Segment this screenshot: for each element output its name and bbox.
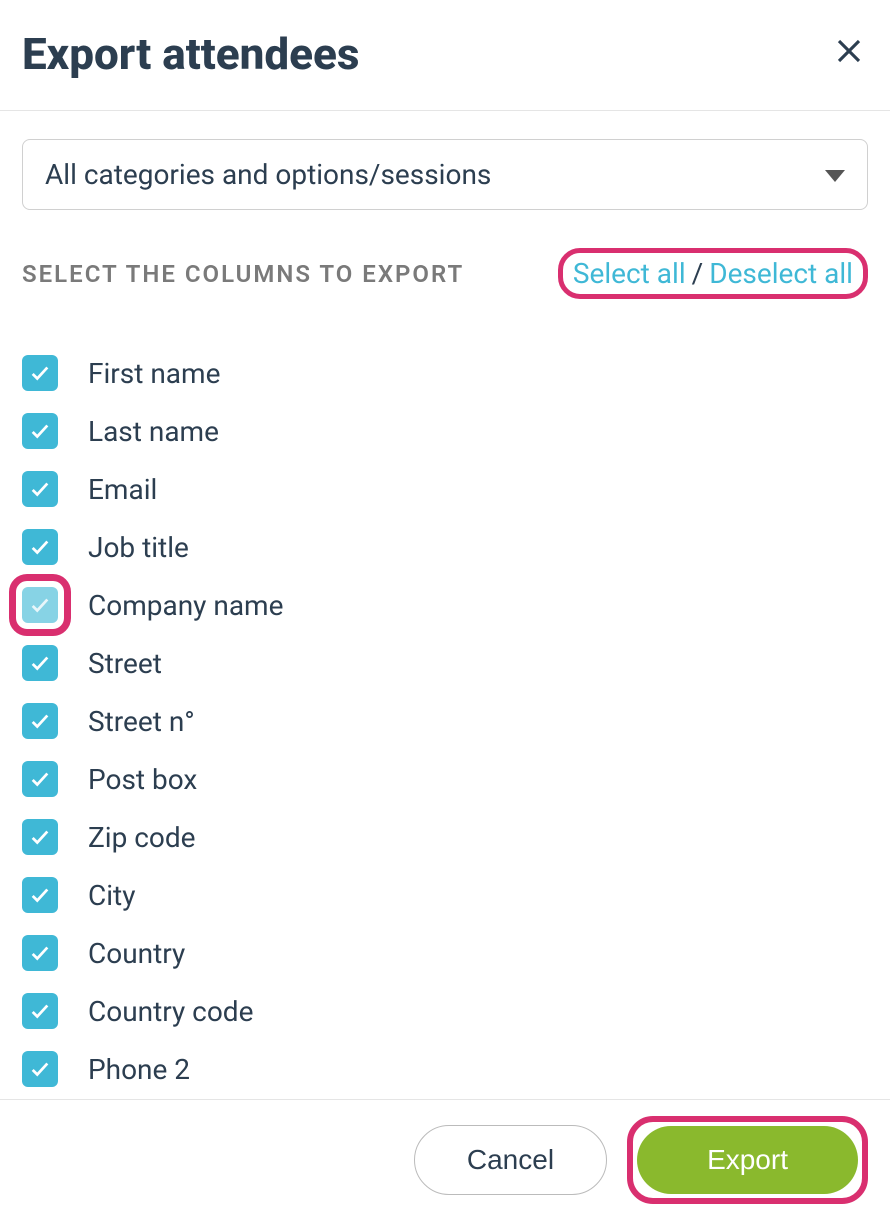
- modal-footer: Cancel Export: [0, 1099, 890, 1220]
- checkbox-wrap: [22, 703, 58, 739]
- checkbox-wrap: [22, 761, 58, 797]
- export-button-highlight: Export: [627, 1116, 868, 1204]
- column-row: Last name: [22, 413, 868, 449]
- column-row: First name: [22, 355, 868, 391]
- checkbox-wrap: [22, 1051, 58, 1087]
- check-icon: [29, 710, 51, 732]
- select-links-separator: /: [692, 257, 704, 290]
- checkbox-wrap: [22, 529, 58, 565]
- columns-checklist: First name Last name Email Job title Company…: [22, 355, 868, 1087]
- export-button[interactable]: Export: [637, 1126, 858, 1194]
- chevron-down-icon: [825, 158, 845, 191]
- column-label[interactable]: Country code: [88, 995, 253, 1028]
- column-label[interactable]: Company name: [88, 589, 283, 622]
- column-label[interactable]: Last name: [88, 415, 219, 448]
- column-checkbox[interactable]: [22, 935, 58, 971]
- close-icon: [834, 36, 864, 66]
- check-icon: [29, 826, 51, 848]
- column-checkbox[interactable]: [22, 529, 58, 565]
- cancel-button[interactable]: Cancel: [414, 1125, 607, 1195]
- modal-body: All categories and options/sessions SELE…: [0, 111, 890, 1087]
- dropdown-value: All categories and options/sessions: [45, 158, 491, 191]
- column-row: Email: [22, 471, 868, 507]
- checkbox-wrap: [22, 819, 58, 855]
- column-label[interactable]: First name: [88, 357, 220, 390]
- column-label[interactable]: Zip code: [88, 821, 196, 854]
- check-icon: [29, 1000, 51, 1022]
- check-icon: [29, 942, 51, 964]
- checkbox-wrap: [22, 355, 58, 391]
- check-icon: [29, 768, 51, 790]
- columns-header-row: SELECT THE COLUMNS TO EXPORT Select all …: [22, 248, 868, 299]
- column-label[interactable]: Country: [88, 937, 185, 970]
- column-checkbox[interactable]: [22, 1051, 58, 1087]
- checkbox-wrap: [22, 935, 58, 971]
- column-row: Job title: [22, 529, 868, 565]
- column-checkbox[interactable]: [22, 703, 58, 739]
- column-checkbox[interactable]: [22, 645, 58, 681]
- checkbox-wrap: [22, 413, 58, 449]
- check-icon: [29, 884, 51, 906]
- column-row: Street: [22, 645, 868, 681]
- check-icon: [29, 594, 51, 616]
- columns-section-label: SELECT THE COLUMNS TO EXPORT: [22, 260, 464, 288]
- column-checkbox[interactable]: [22, 587, 58, 623]
- column-label[interactable]: Phone 2: [88, 1053, 190, 1086]
- check-icon: [29, 536, 51, 558]
- column-row: Phone 2: [22, 1051, 868, 1087]
- column-checkbox[interactable]: [22, 355, 58, 391]
- check-icon: [29, 478, 51, 500]
- column-checkbox[interactable]: [22, 413, 58, 449]
- column-checkbox[interactable]: [22, 993, 58, 1029]
- column-row: Country: [22, 935, 868, 971]
- column-checkbox[interactable]: [22, 471, 58, 507]
- checkbox-wrap: [22, 645, 58, 681]
- column-label[interactable]: Post box: [88, 763, 197, 796]
- column-row: Zip code: [22, 819, 868, 855]
- checkbox-wrap: [22, 993, 58, 1029]
- column-label[interactable]: Street: [88, 647, 162, 680]
- column-label[interactable]: Street n°: [88, 705, 195, 738]
- column-checkbox[interactable]: [22, 877, 58, 913]
- close-button[interactable]: [830, 32, 868, 76]
- checkbox-wrap: [22, 877, 58, 913]
- select-links-highlight: Select all / Deselect all: [558, 248, 868, 299]
- select-all-link[interactable]: Select all: [573, 257, 686, 290]
- column-checkbox[interactable]: [22, 761, 58, 797]
- checkbox-wrap: [22, 471, 58, 507]
- column-row: Company name: [22, 587, 868, 623]
- check-icon: [29, 1058, 51, 1080]
- modal-title: Export attendees: [22, 28, 359, 80]
- column-label[interactable]: Job title: [88, 531, 189, 564]
- column-row: Country code: [22, 993, 868, 1029]
- column-checkbox[interactable]: [22, 819, 58, 855]
- deselect-all-link[interactable]: Deselect all: [709, 257, 853, 290]
- checkbox-wrap: [22, 587, 58, 623]
- column-label[interactable]: Email: [88, 473, 157, 506]
- check-icon: [29, 420, 51, 442]
- column-row: City: [22, 877, 868, 913]
- column-row: Post box: [22, 761, 868, 797]
- column-row: Street n°: [22, 703, 868, 739]
- check-icon: [29, 652, 51, 674]
- column-label[interactable]: City: [88, 879, 135, 912]
- modal-header: Export attendees: [0, 0, 890, 111]
- category-dropdown[interactable]: All categories and options/sessions: [22, 139, 868, 210]
- check-icon: [29, 362, 51, 384]
